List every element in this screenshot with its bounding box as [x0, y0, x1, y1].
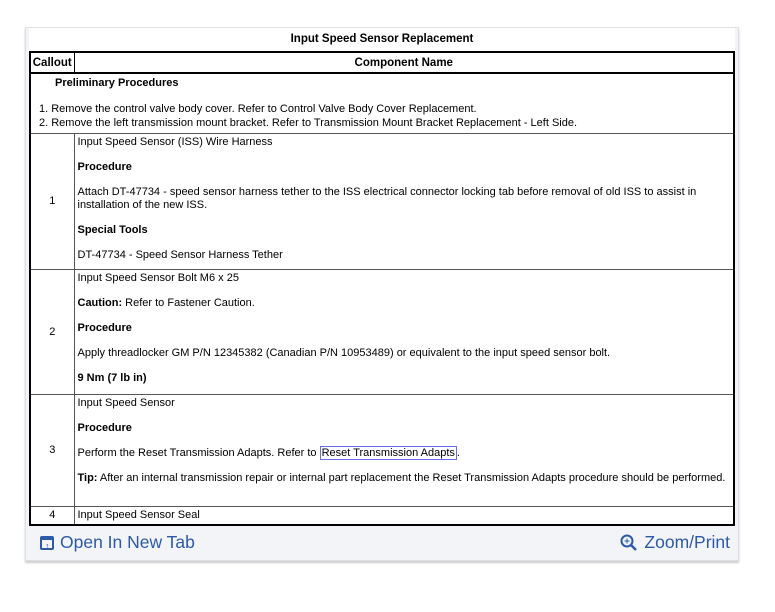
prelim-step: 2. Remove the left transmission mount br… [39, 117, 578, 129]
footer-bar: ↑ Open In New Tab Zoom/Print [26, 526, 738, 560]
callout-number: 1 [29, 132, 75, 270]
table-row: 4 Input Speed Sensor Seal [29, 505, 735, 525]
component-header: Component Name [73, 51, 735, 74]
zoom-icon [620, 534, 638, 551]
table-row: 1 Input Speed Sensor (ISS) Wire Harness … [29, 132, 735, 270]
tip: Tip: After an internal transmission repa… [78, 472, 731, 485]
open-tab-icon: ↑ [40, 535, 54, 550]
table-title: Input Speed Sensor Replacement [290, 33, 474, 45]
component-name: Input Speed Sensor [77, 396, 175, 409]
procedure-label: Procedure [77, 421, 132, 434]
table-row: 3 Input Speed Sensor Procedure Perform t… [29, 393, 735, 507]
open-tab-label: Open In New Tab [60, 532, 195, 552]
procedure-label: Procedure [77, 160, 132, 173]
zoom-print-label: Zoom/Print [644, 532, 730, 552]
procedure-text: Apply threadlocker GM P/N 12345382 (Cana… [77, 346, 611, 359]
callout-number: 2 [29, 268, 75, 395]
callout-number: 3 [29, 393, 75, 507]
torque-spec: 9 Nm (7 lb in) [77, 371, 147, 384]
tip-label: Tip: [77, 471, 98, 484]
tip-text: After an internal transmission repair or… [97, 471, 726, 484]
preliminary-procedures: Preliminary Procedures 1. Remove the con… [29, 72, 735, 134]
component-table: Callout Component Name Preliminary Proced… [29, 51, 735, 526]
caution-text: Refer to Fastener Caution. [122, 296, 255, 309]
open-in-new-tab-button[interactable]: ↑ Open In New Tab [40, 532, 195, 553]
reset-adapts-link[interactable]: Reset Transmission Adapts [319, 445, 457, 460]
preliminary-heading: Preliminary Procedures [55, 77, 179, 89]
procedure-label: Procedure [77, 321, 132, 334]
special-tools-label: Special Tools [77, 223, 148, 236]
procedure-text-body: Perform the Reset Transmission Adapts. R… [77, 446, 320, 459]
component-name: Input Speed Sensor Bolt M6 x 25 [77, 271, 239, 284]
procedure-text: Perform the Reset Transmission Adapts. R… [77, 445, 460, 460]
caution-label: Caution: [77, 296, 123, 309]
special-tool: DT-47734 - Speed Sensor Harness Tether [77, 248, 283, 261]
prelim-step: 1. Remove the control valve body cover. … [39, 103, 477, 115]
component-name: Input Speed Sensor Seal [77, 508, 200, 521]
component-name: Input Speed Sensor (ISS) Wire Harness [77, 135, 273, 148]
callout-number: 4 [29, 505, 75, 525]
caution: Caution: Refer to Fastener Caution. [78, 297, 731, 310]
callout-header: Callout [29, 51, 75, 74]
table-row: 2 Input Speed Sensor Bolt M6 x 25 Cautio… [29, 268, 735, 395]
procedure-text: Attach DT-47734 - speed sensor harness t… [77, 185, 697, 211]
document-panel: Input Speed Sensor Replacement Callout Co… [25, 27, 739, 561]
zoom-print-button[interactable]: Zoom/Print [620, 532, 730, 553]
